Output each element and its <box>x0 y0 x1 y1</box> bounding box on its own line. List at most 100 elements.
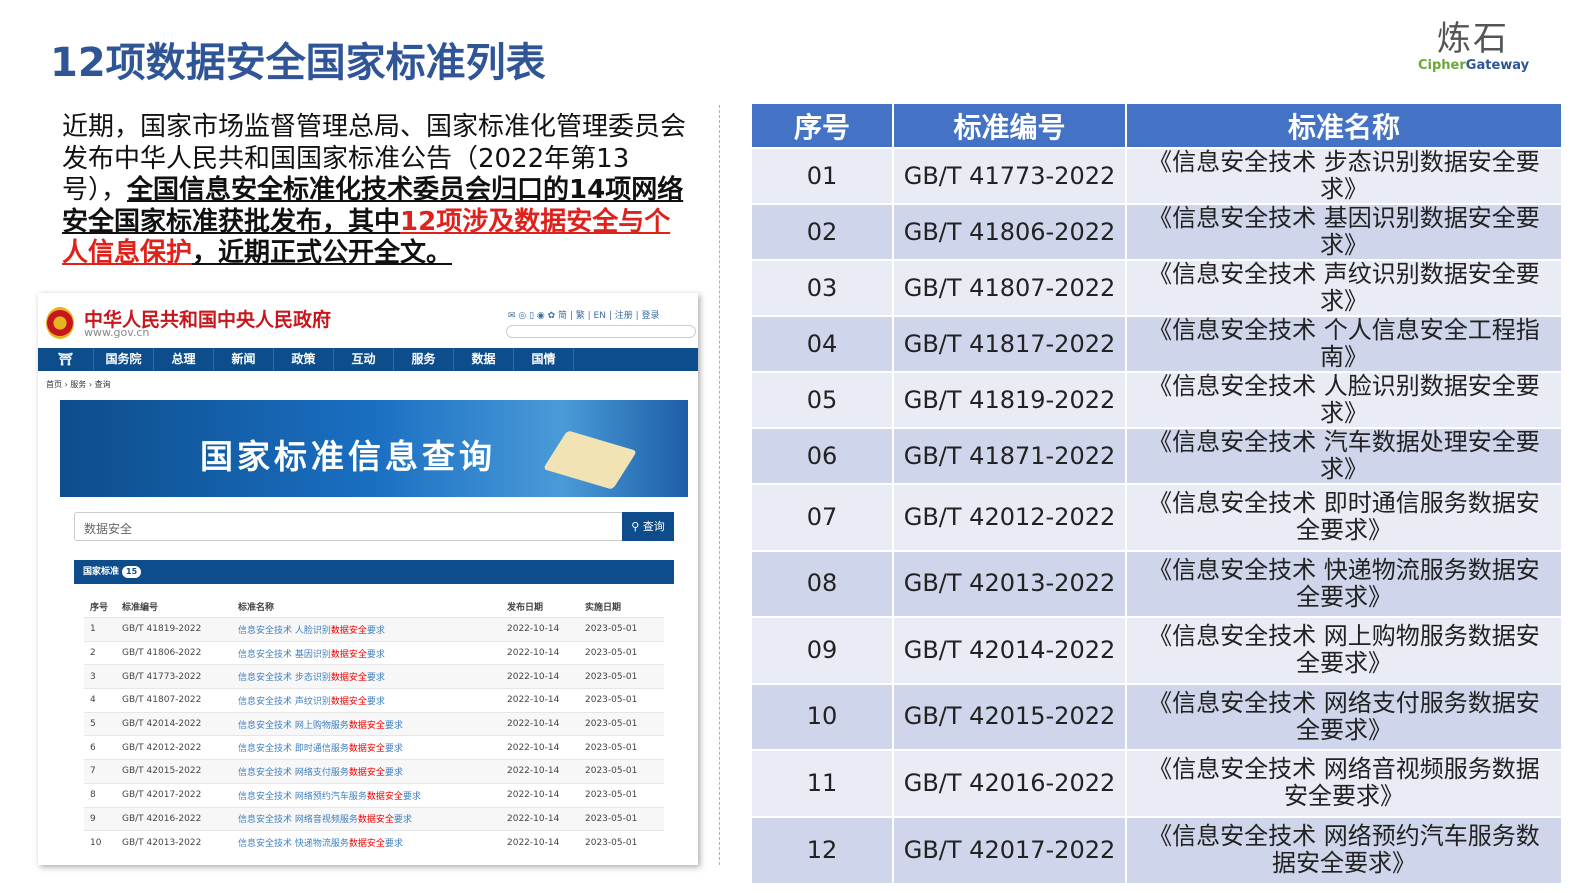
row-name-link[interactable]: 信息安全技术 即时通信服务数据安全要求 <box>238 741 507 754</box>
results-row: 6 GB/T 42012-2022 信息安全技术 即时通信服务数据安全要求 2022-… <box>84 735 664 759</box>
col-header: 序号 <box>90 602 109 613</box>
row-name-link[interactable]: 信息安全技术 网络音视频服务数据安全要求 <box>238 812 507 825</box>
standard-search-input[interactable]: 数据安全 <box>74 512 624 541</box>
row-code: GB/T 41806-2022 <box>893 203 1127 260</box>
results-table: 序号 标准编号 标准名称 发布日期 实施日期 1 GB/T 41819-2022 信… <box>84 595 664 854</box>
row-code: GB/T 42013-2022 <box>893 549 1127 617</box>
breadcrumb: 首页 › 服务 › 查询 <box>46 380 111 389</box>
nav-item[interactable]: 服务 <box>394 348 454 371</box>
site-search-input[interactable] <box>506 325 696 338</box>
search-button[interactable]: ⚲ 查询 <box>622 512 674 541</box>
row-code: GB/T 41807-2022 <box>122 695 202 706</box>
name-text: 信息安全技术 网络音视频服务 <box>238 815 358 826</box>
table-row: 02 GB/T 41806-2022 《信息安全技术 基因识别数据安全要求》 <box>752 203 1563 260</box>
table-row: 01 GB/T 41773-2022 《信息安全技术 步态识别数据安全要求》 <box>752 147 1563 204</box>
name-text: 要求 <box>384 767 403 778</box>
row-code: GB/T 42017-2022 <box>122 790 202 801</box>
nav-item[interactable]: 政策 <box>274 348 334 371</box>
row-name-link[interactable]: 信息安全技术 网络预约汽车服务数据安全要求 <box>238 789 507 802</box>
home-icon[interactable]: ⛩ <box>38 348 94 371</box>
nav-item[interactable]: 数据 <box>454 348 514 371</box>
row-name: 《信息安全技术 网上购物服务数据安全要求》 <box>1126 616 1563 684</box>
row-name: 《信息安全技术 网络预约汽车服务数据安全要求》 <box>1126 815 1563 883</box>
results-row: 4 GB/T 41807-2022 信息安全技术 声纹识别数据安全要求 2022-10… <box>84 688 664 712</box>
row-index: 01 <box>752 147 894 204</box>
row-name: 《信息安全技术 网络音视频服务数据安全要求》 <box>1126 749 1563 817</box>
table-row: 04 GB/T 41817-2022 《信息安全技术 个人信息安全工程指南》 <box>752 315 1563 372</box>
name-text: 信息安全技术 快递物流服务 <box>238 839 349 850</box>
search-button-label: 查询 <box>642 520 665 533</box>
top-links[interactable]: ✉ ◎ ▯ ◉ ✿ 简 | 繁 | EN | 注册 | 登录 <box>508 308 659 321</box>
row-index: 8 <box>90 790 96 801</box>
gov-website-screenshot: 中华人民共和国中央人民政府 www.gov.cn ✉ ◎ ▯ ◉ ✿ 简 | 繁… <box>38 293 698 865</box>
row-effective-date: 2023-05-01 <box>585 719 638 730</box>
row-name-link[interactable]: 信息安全技术 基因识别数据安全要求 <box>238 647 507 660</box>
table-row: 03 GB/T 41807-2022 《信息安全技术 声纹识别数据安全要求》 <box>752 259 1563 316</box>
gov-site-url: www.gov.cn <box>84 326 150 339</box>
row-code: GB/T 42015-2022 <box>122 766 202 777</box>
results-panel-header: 国家标准 15 <box>74 560 674 584</box>
row-publish-date: 2022-10-14 <box>507 671 560 682</box>
gov-nav-bar: ⛩ 国务院 总理 新闻 政策 互动 服务 数据 国情 <box>38 348 698 371</box>
row-effective-date: 2023-05-01 <box>585 790 638 801</box>
breadcrumb-item[interactable]: 服务 <box>70 380 86 389</box>
row-code: GB/T 42015-2022 <box>893 682 1127 750</box>
table-row: 08 GB/T 42013-2022 《信息安全技术 快递物流服务数据安全要求》 <box>752 549 1563 617</box>
name-highlight: 数据安全 <box>330 649 367 660</box>
row-code: GB/T 42016-2022 <box>122 813 202 824</box>
name-highlight: 数据安全 <box>348 720 385 731</box>
row-effective-date: 2023-05-01 <box>585 742 638 753</box>
search-icon: ⚲ <box>631 520 643 533</box>
row-code: GB/T 41819-2022 <box>893 371 1127 428</box>
query-banner: 国家标准信息查询 <box>60 400 688 497</box>
nav-item[interactable]: 新闻 <box>214 348 274 371</box>
row-index: 1 <box>90 624 96 635</box>
nav-item[interactable]: 总理 <box>154 348 214 371</box>
name-text: 要求 <box>366 649 385 660</box>
table-row: 09 GB/T 42014-2022 《信息安全技术 网上购物服务数据安全要求》 <box>752 616 1563 684</box>
nav-item[interactable]: 国情 <box>514 348 574 371</box>
name-text: 信息安全技术 声纹识别 <box>238 696 331 707</box>
row-index: 09 <box>752 616 894 684</box>
name-highlight: 数据安全 <box>348 767 385 778</box>
row-name: 《信息安全技术 步态识别数据安全要求》 <box>1126 147 1563 204</box>
name-text: 要求 <box>384 839 403 850</box>
row-effective-date: 2023-05-01 <box>585 671 638 682</box>
row-name-link[interactable]: 信息安全技术 快递物流服务数据安全要求 <box>238 836 507 849</box>
name-text: 信息安全技术 人脸识别 <box>238 625 331 636</box>
nav-item[interactable]: 国务院 <box>94 348 154 371</box>
row-name-link[interactable]: 信息安全技术 网上购物服务数据安全要求 <box>238 718 507 731</box>
row-index: 06 <box>752 427 894 484</box>
breadcrumb-item: 查询 <box>94 380 111 389</box>
results-row: 7 GB/T 42015-2022 信息安全技术 网络支付服务数据安全要求 2022-… <box>84 759 664 783</box>
row-index: 07 <box>752 483 894 551</box>
row-code: GB/T 41817-2022 <box>893 315 1127 372</box>
row-name: 《信息安全技术 个人信息安全工程指南》 <box>1126 315 1563 372</box>
row-name-link[interactable]: 信息安全技术 人脸识别数据安全要求 <box>238 623 507 636</box>
row-index: 04 <box>752 315 894 372</box>
row-effective-date: 2023-05-01 <box>585 813 638 824</box>
breadcrumb-item[interactable]: 首页 <box>46 380 62 389</box>
table-row: 11 GB/T 42016-2022 《信息安全技术 网络音视频服务数据安全要求》 <box>752 749 1563 817</box>
table-header-row: 序号 标准编号 标准名称 <box>752 104 1563 148</box>
row-index: 10 <box>752 682 894 750</box>
panel-title: 国家标准 <box>83 567 120 577</box>
magnifier-book-icon <box>542 430 638 490</box>
nav-item[interactable]: 互动 <box>334 348 394 371</box>
row-publish-date: 2022-10-14 <box>507 624 560 635</box>
standards-table: 序号 标准编号 标准名称 01 GB/T 41773-2022 《信息安全技术 步态… <box>752 104 1563 883</box>
col-header: 发布日期 <box>507 602 544 613</box>
row-index: 9 <box>90 813 96 824</box>
row-index: 12 <box>752 815 894 883</box>
name-highlight: 数据安全 <box>330 673 367 684</box>
row-name-link[interactable]: 信息安全技术 步态识别数据安全要求 <box>238 670 507 683</box>
row-code: GB/T 41819-2022 <box>122 624 202 635</box>
row-index: 10 <box>90 837 102 848</box>
row-name-link[interactable]: 信息安全技术 网络支付服务数据安全要求 <box>238 765 507 778</box>
row-name-link[interactable]: 信息安全技术 声纹识别数据安全要求 <box>238 694 507 707</box>
row-index: 08 <box>752 549 894 617</box>
company-logo: 炼石 CipherGateway <box>1418 20 1529 73</box>
row-code: GB/T 41773-2022 <box>122 671 202 682</box>
row-index: 4 <box>90 695 96 706</box>
intro-emphasis-end: ，近期正式公开全文。 <box>192 238 453 268</box>
